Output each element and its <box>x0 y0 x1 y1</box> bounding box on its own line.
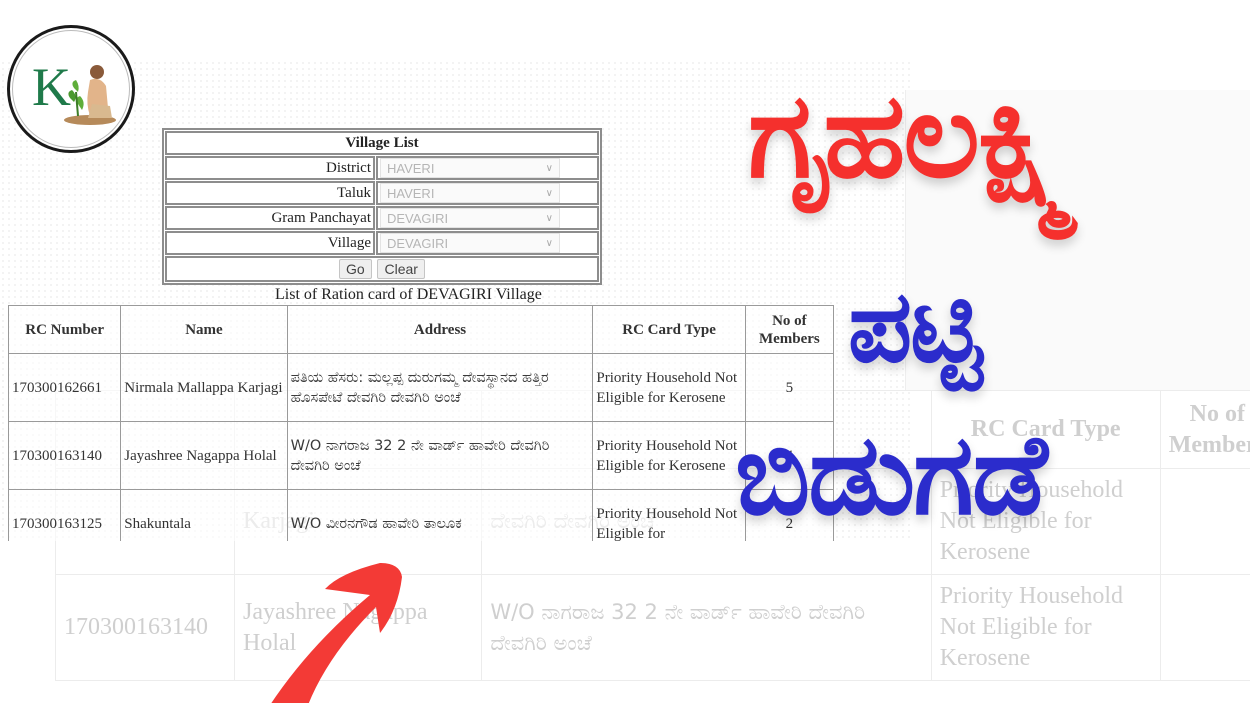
background-header-members: No of Members <box>1159 390 1250 469</box>
column-header-card-type: RC Card Type <box>592 305 746 354</box>
chevron-down-icon: ∨ <box>545 187 553 199</box>
rc-number-cell: 170300162661 <box>7 353 122 422</box>
table-row: 170300163125 Shakuntala W/O ವೀರನಗೌಡ ಹಾವೇ… <box>7 489 835 541</box>
card-type-cell: Priority Household Not Eligible for <box>592 489 746 541</box>
headline-list: ಪಟ್ಟಿ <box>848 268 983 385</box>
column-header-rc-number: RC Number <box>7 305 122 354</box>
name-cell: Jayashree Nagappa Holal <box>120 421 288 490</box>
taluk-row: Taluk HAVERI ∨ <box>165 181 599 205</box>
gram-panchayat-label: Gram Panchayat <box>165 206 375 230</box>
rc-number-cell: 170300163140 <box>7 421 122 490</box>
village-list-form: Village List District HAVERI ∨ Taluk HAV… <box>162 128 602 285</box>
chevron-down-icon: ∨ <box>545 237 553 249</box>
go-button[interactable]: Go <box>339 259 372 279</box>
address-cell: W/O ನಾಗರಾಜ 32 2 ನೇ ವಾರ್ಡ್ ಹಾವೇರಿ ದೇವಗಿರಿ… <box>286 421 594 490</box>
village-select[interactable]: DEVAGIRI ∨ <box>380 233 560 253</box>
district-select[interactable]: HAVERI ∨ <box>380 158 560 178</box>
gram-panchayat-select[interactable]: DEVAGIRI ∨ <box>380 208 560 228</box>
headline-gruhalakshmi: ಗೃಹಲಕ್ಷ್ಮಿ <box>748 66 1078 204</box>
address-cell: ಪತಿಯ ಹೆಸರು: ಮಲ್ಲಪ್ಪ ದುರುಗಮ್ಮ ದೇವಸ್ಥಾನದ ಹ… <box>286 353 594 422</box>
arrow-pointer-icon <box>271 563 402 703</box>
headline-released: ಬಿಡುಗಡೆ <box>735 410 1048 540</box>
background-address: W/O ನಾಗರಾಜ 32 2 ನೇ ವಾರ್ಡ್ ಹಾವೇರಿ ದೇವಗಿರಿ… <box>481 574 932 681</box>
chevron-down-icon: ∨ <box>545 212 553 224</box>
card-type-cell: Priority Household Not Eligible for Kero… <box>592 421 746 490</box>
rc-number-cell: 170300163125 <box>7 489 122 541</box>
name-cell: Shakuntala <box>120 489 288 541</box>
table-row: 170300163140 Jayashree Nagappa Holal W/O… <box>7 421 835 490</box>
table-header-row: RC Number Name Address RC Card Type No o… <box>7 305 835 354</box>
column-header-address: Address <box>286 305 594 354</box>
district-label: District <box>165 156 375 180</box>
background-rc-number: 170300163140 <box>55 574 235 681</box>
taluk-select[interactable]: HAVERI ∨ <box>380 183 560 203</box>
ration-card-table: RC Number Name Address RC Card Type No o… <box>7 305 835 541</box>
village-row: Village DEVAGIRI ∨ <box>165 231 599 255</box>
column-header-members: No of Members <box>744 305 835 354</box>
background-card-type: Priority Household Not Eligible for Kero… <box>930 574 1161 681</box>
village-label: Village <box>165 231 375 255</box>
village-list-title: Village List <box>165 131 599 155</box>
channel-logo: K <box>7 25 135 153</box>
ration-card-website-screenshot: Village List District HAVERI ∨ Taluk HAV… <box>0 125 840 541</box>
column-header-name: Name <box>120 305 288 354</box>
card-type-cell: Priority Household Not Eligible for Kero… <box>592 353 746 422</box>
farmer-planting-icon <box>64 65 116 125</box>
name-cell: Nirmala Mallappa Karjagi <box>120 353 288 422</box>
gram-panchayat-row: Gram Panchayat DEVAGIRI ∨ <box>165 206 599 230</box>
address-cell: W/O ವೀರನಗೌಡ ಹಾವೇರಿ ತಾಲೂಕ <box>286 489 594 541</box>
clear-button[interactable]: Clear <box>377 259 425 279</box>
chevron-down-icon: ∨ <box>545 162 553 174</box>
district-row: District HAVERI ∨ <box>165 156 599 180</box>
table-row: 170300162661 Nirmala Mallappa Karjagi ಪತ… <box>7 353 835 422</box>
ration-list-caption: List of Ration card of DEVAGIRI Village <box>275 286 542 303</box>
taluk-label: Taluk <box>165 181 375 205</box>
